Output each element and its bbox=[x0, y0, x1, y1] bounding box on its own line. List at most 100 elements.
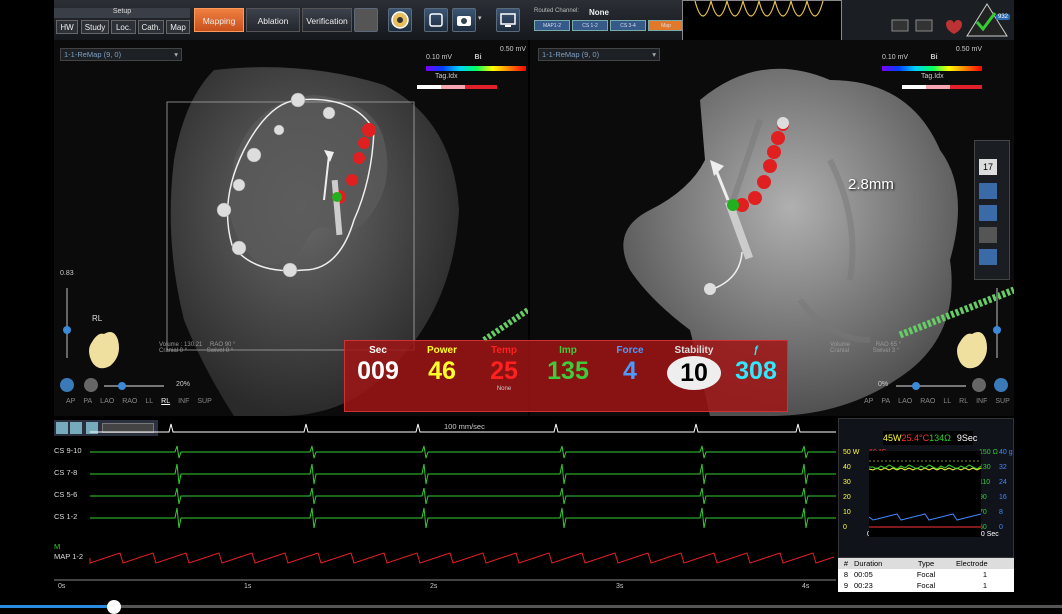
playback-bar[interactable] bbox=[0, 592, 1062, 614]
left-view-ll[interactable]: LL bbox=[145, 398, 153, 405]
table-row[interactable]: 9 00:23 Focal 1 bbox=[838, 580, 1014, 591]
tab-map[interactable]: Map bbox=[166, 20, 190, 34]
right-scale-max: 0.50 mV bbox=[955, 46, 982, 53]
col-duration[interactable]: Duration bbox=[854, 558, 896, 569]
left-tag-label: Tag.Idx bbox=[435, 73, 458, 80]
left-view-ap[interactable]: AP bbox=[66, 398, 75, 405]
monitor-icon bbox=[500, 13, 516, 27]
left-swivel: Swivel 0 ° bbox=[206, 348, 234, 354]
camera-button[interactable] bbox=[452, 8, 476, 32]
graph-axis-tick: 150 Ω bbox=[979, 449, 998, 456]
right-zoom-slider[interactable] bbox=[993, 288, 1001, 358]
tab-hw[interactable]: HW bbox=[56, 20, 78, 34]
right-opacity-slider[interactable] bbox=[896, 382, 966, 390]
right-rotate-button[interactable] bbox=[994, 378, 1008, 392]
right-view-rao[interactable]: RAO bbox=[920, 398, 935, 405]
table-row[interactable]: 8 00:05 Focal 1 bbox=[838, 569, 1014, 580]
left-view-inf[interactable]: INF bbox=[178, 398, 189, 405]
ablation-graph-panel: 45W25.4°C134Ω9Sec 50 W40302010060 °C5048… bbox=[838, 418, 1014, 558]
left-view-lao[interactable]: LAO bbox=[100, 398, 114, 405]
graph-axis-tick: 0 bbox=[843, 524, 847, 531]
col-type[interactable]: Type bbox=[896, 558, 956, 569]
playback-track[interactable] bbox=[0, 605, 1062, 608]
cell-index: 8 bbox=[843, 570, 849, 579]
right-view-ap[interactable]: AP bbox=[864, 398, 873, 405]
distance-label: 2.8mm bbox=[848, 176, 894, 193]
col-electrode[interactable]: Electrode bbox=[956, 558, 1014, 569]
cs34-button[interactable]: CS 3-4 bbox=[610, 20, 646, 31]
map12-button[interactable]: MAP1-2 bbox=[534, 20, 570, 31]
graph-axis-tick: 16 bbox=[999, 494, 1007, 501]
metric-sec-label: Sec bbox=[369, 345, 387, 356]
compass-button[interactable] bbox=[388, 8, 412, 32]
metric-power-label: Power bbox=[426, 345, 457, 356]
right-map-dropdown[interactable]: 1-1-ReMap (9, 0) bbox=[538, 48, 660, 61]
left-view-rl[interactable]: RL bbox=[161, 398, 170, 405]
graph-axis-tick: 20 bbox=[843, 494, 851, 501]
wand-tool-button[interactable] bbox=[979, 205, 997, 221]
ablation-table[interactable]: # Duration Type Electrode 8 00:05 Focal … bbox=[838, 558, 1014, 592]
monitor-button[interactable] bbox=[496, 8, 520, 32]
col-index[interactable]: # bbox=[838, 558, 854, 569]
graph-axis-tick: 0 bbox=[999, 524, 1003, 531]
right-view-lao[interactable]: LAO bbox=[898, 398, 912, 405]
ablation-metrics-panel: Sec 009 Power 46 Temp 25 None Imp 135 Fo… bbox=[344, 340, 788, 412]
left-view-presets: AP PA LAO RAO LL RL INF SUP bbox=[66, 398, 212, 405]
verification-tab[interactable]: Verification bbox=[302, 8, 352, 32]
left-view-pa[interactable]: PA bbox=[83, 398, 92, 405]
cell-electrode: 1 bbox=[982, 570, 988, 579]
right-view-sup[interactable]: SUP bbox=[995, 398, 1009, 405]
camera-dropdown-icon[interactable]: ▾ bbox=[478, 14, 482, 22]
left-zoom-slider[interactable] bbox=[63, 288, 71, 358]
ablation-tab[interactable]: Ablation bbox=[246, 8, 300, 32]
right-view-rl[interactable]: RL bbox=[959, 398, 968, 405]
tab-study[interactable]: Study bbox=[81, 20, 109, 34]
metric-temp-sub[interactable]: None bbox=[481, 386, 527, 392]
right-view-ll[interactable]: LL bbox=[943, 398, 951, 405]
cs12-button[interactable]: CS 1-2 bbox=[572, 20, 608, 31]
left-reset-button[interactable] bbox=[84, 378, 98, 392]
right-view-inf[interactable]: INF bbox=[976, 398, 987, 405]
cell-duration: 00:05 bbox=[854, 570, 873, 579]
right-reset-button[interactable] bbox=[972, 378, 986, 392]
tab-cath[interactable]: Cath. bbox=[138, 20, 164, 34]
cell-index: 9 bbox=[843, 581, 849, 590]
metric-sec-value: 009 bbox=[357, 357, 399, 385]
disabled-tool-icon[interactable] bbox=[979, 227, 997, 243]
routed-channel-value[interactable]: None bbox=[589, 8, 609, 17]
metric-lsi-label: ƒ bbox=[753, 345, 759, 356]
left-rainbow-bar bbox=[426, 66, 526, 71]
right-view-pa[interactable]: PA bbox=[881, 398, 890, 405]
right-view-info: Volume RAO 65 ° Cranial Swivel 3 ° bbox=[830, 342, 920, 354]
routed-channel-label: Routed Channel: bbox=[534, 8, 580, 14]
right-tag-label: Tag.Idx bbox=[921, 73, 944, 80]
graph-header-time: 9Sec bbox=[956, 433, 978, 443]
metric-temp-label: Temp bbox=[491, 345, 517, 356]
right-rainbow-bar bbox=[882, 66, 982, 71]
home-icon bbox=[429, 13, 443, 27]
tab-loc[interactable]: Loc. bbox=[111, 20, 136, 34]
grid-tool-button[interactable] bbox=[979, 183, 997, 199]
graph-axis-tick: 24 bbox=[999, 479, 1007, 486]
ecg-panel[interactable]: 100 mm/sec CS 9-10 CS 7-8 CS 5-6 CS 1-2 … bbox=[54, 418, 836, 592]
home-button[interactable] bbox=[424, 8, 448, 32]
ecg-time-2: 2s bbox=[430, 583, 438, 590]
right-cranial: Cranial bbox=[830, 348, 850, 354]
metric-imp: Imp 135 bbox=[543, 345, 593, 386]
metric-imp-label: Imp bbox=[559, 345, 577, 356]
left-view-sup[interactable]: SUP bbox=[197, 398, 211, 405]
left-map-dropdown[interactable]: 1-1-ReMap (9, 0) bbox=[60, 48, 182, 61]
right-side-value[interactable]: 17 bbox=[979, 159, 997, 175]
left-rotate-button[interactable] bbox=[60, 378, 74, 392]
status-area: 932 bbox=[842, 0, 1014, 40]
right-zoom-pct: 0% bbox=[878, 381, 889, 388]
ecg-time-0: 0s bbox=[58, 583, 66, 590]
map-mini-button[interactable]: Map bbox=[648, 20, 684, 31]
left-view-rao[interactable]: RAO bbox=[122, 398, 137, 405]
right-scale-mode: Bi bbox=[930, 54, 938, 61]
left-opacity-slider[interactable] bbox=[104, 382, 164, 390]
mapping-tab[interactable]: Mapping bbox=[194, 8, 244, 32]
disabled-tool-button[interactable] bbox=[354, 8, 378, 32]
shape-tool-button[interactable] bbox=[979, 249, 997, 265]
metric-imp-value: 135 bbox=[547, 357, 589, 385]
